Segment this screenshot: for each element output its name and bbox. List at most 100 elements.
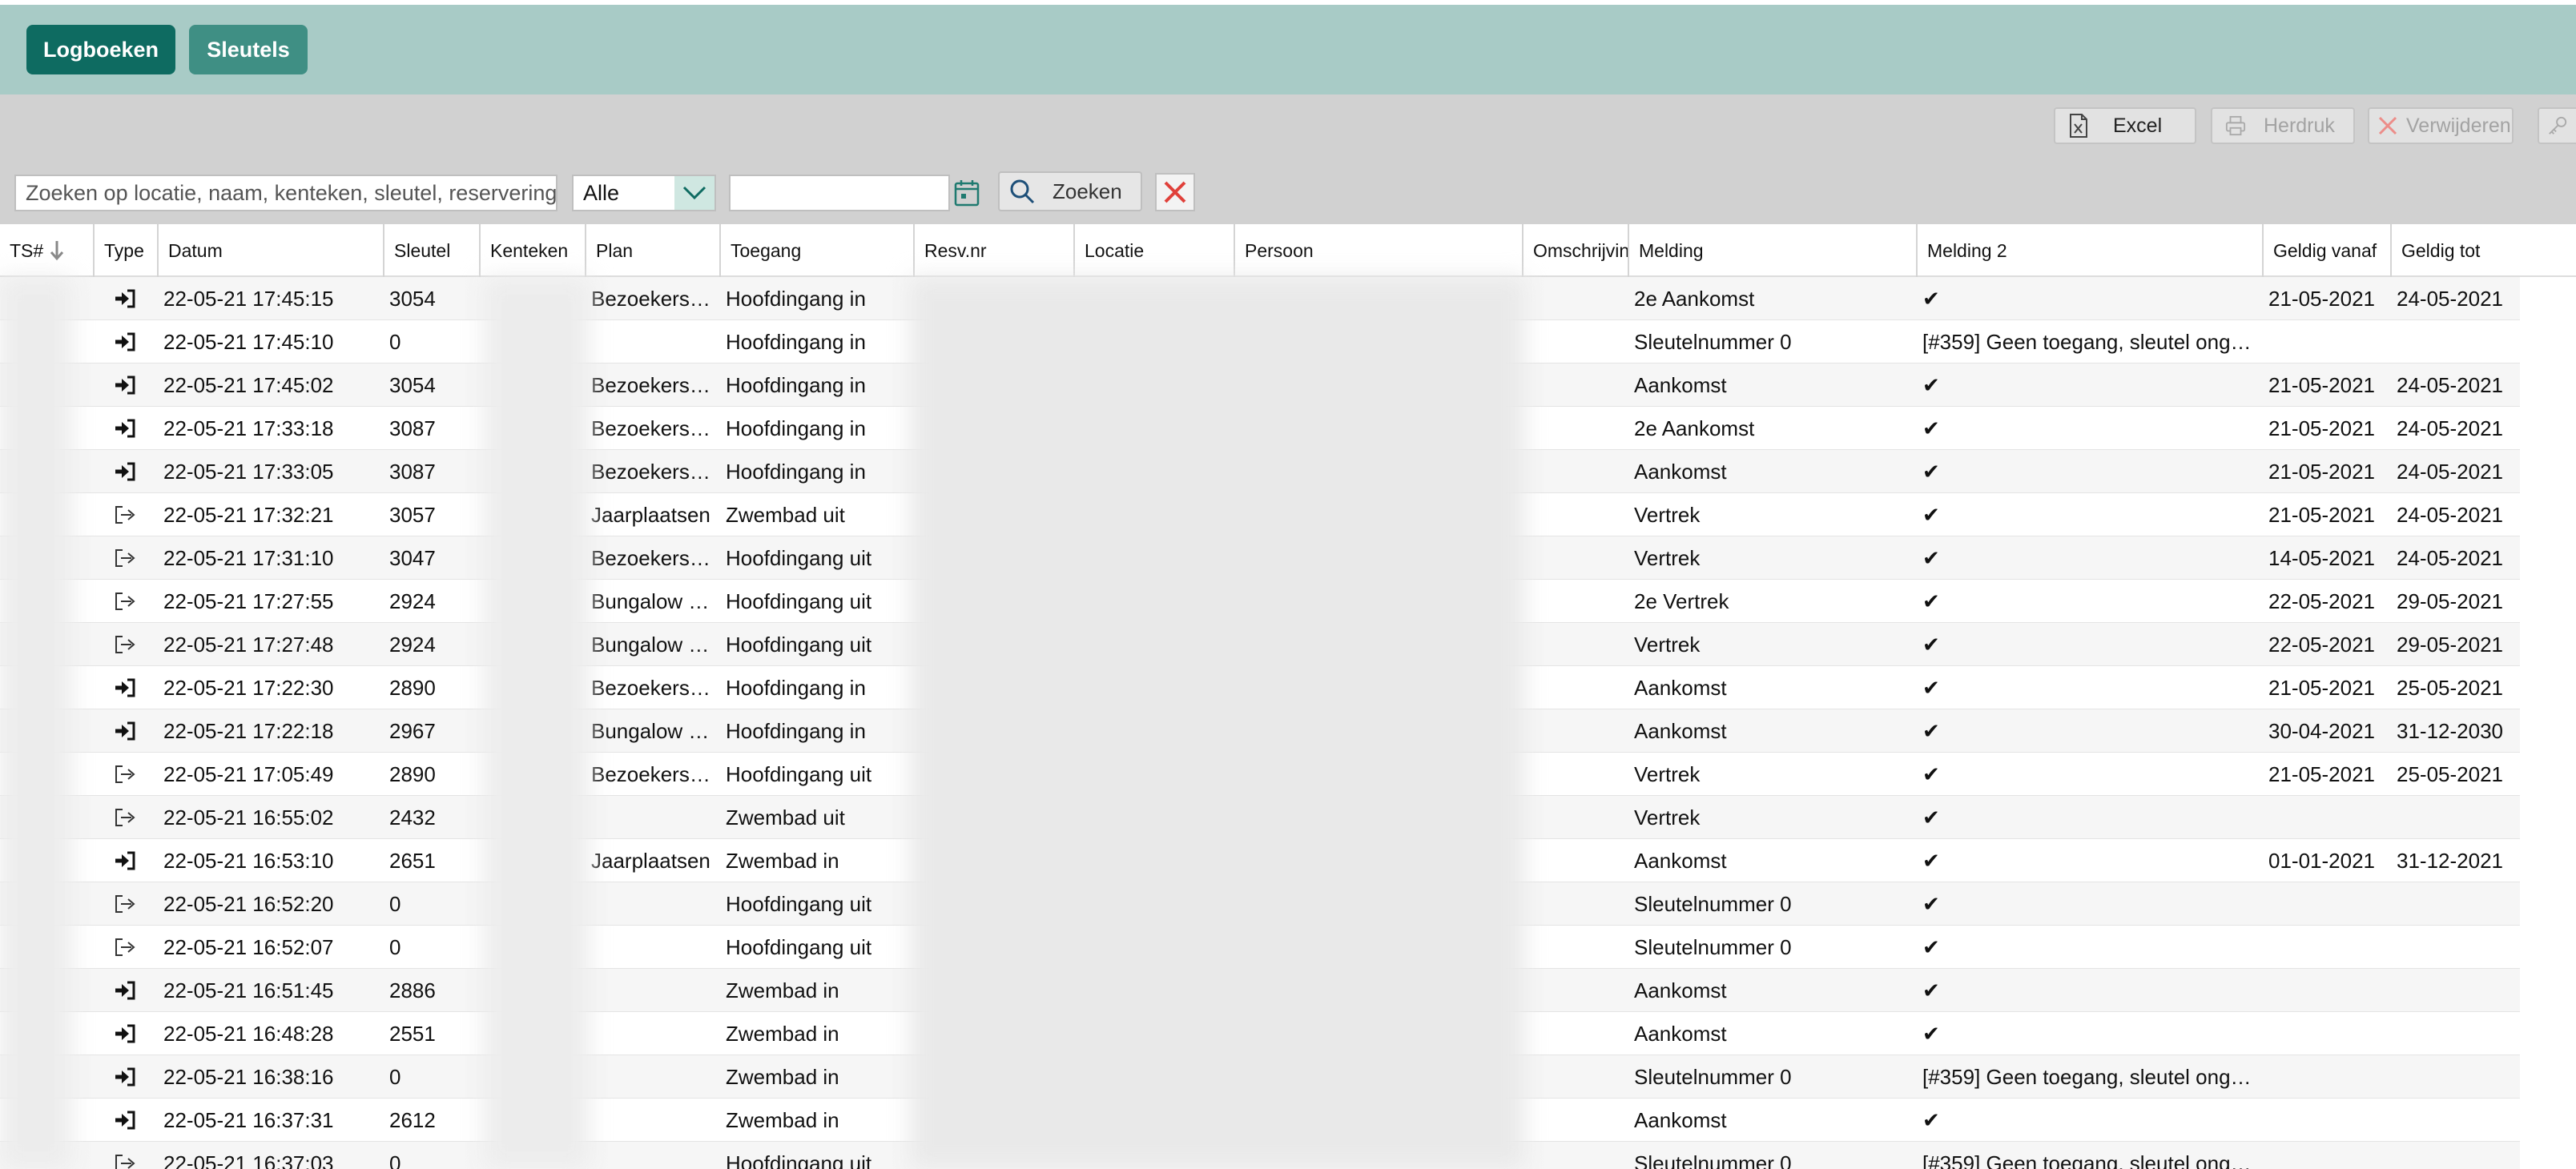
datum-cell: 22-05-21 16:52:07 [163,934,334,959]
herdruk-button[interactable]: Herdruk [2211,107,2355,144]
type-cell [93,1142,157,1169]
geldig-vanaf-cell [2262,1099,2390,1142]
melding-cell: Sleutelnummer 0 [1634,891,1792,916]
melding2-cell: ✔ [1922,1107,1940,1132]
sign-in-icon [114,332,136,352]
datum-cell: 22-05-21 16:52:20 [163,891,334,916]
geldig-vanaf-cell: 22-05-2021 [2268,589,2375,613]
melding-cell: Aankomst [1634,848,1727,873]
datum-cell: 22-05-21 16:38:16 [163,1064,334,1089]
geldig-tot-cell [2390,882,2518,926]
column-plan[interactable]: Plan [585,224,719,277]
search-input[interactable] [14,175,557,211]
sleutel-cell: 0 [389,891,401,916]
melding2-cell: ✔ [1922,372,1940,397]
column-kenteken[interactable]: Kenteken [479,224,585,277]
datum-cell: 22-05-21 17:05:49 [163,761,334,786]
clear-filter-button[interactable] [1155,173,1195,211]
melding-cell: 2e Vertrek [1634,589,1729,613]
toegang-cell: Zwembad in [726,978,839,1002]
printer-icon [2225,114,2246,138]
melding2-cell: ✔ [1922,459,1940,484]
column-omschrijving[interactable]: Omschrijving [1522,224,1628,277]
search-button[interactable]: Zoeken [998,171,1142,211]
verwijderen-button[interactable]: Verwijderen [2368,107,2514,144]
toegang-cell: Hoofdingang in [726,675,866,700]
geldig-tot-cell [2390,1142,2518,1169]
column-melding[interactable]: Melding [1628,224,1916,277]
tab-logboeken[interactable]: Logboeken [26,25,175,74]
column-resvnr[interactable]: Resv.nr [913,224,1073,277]
melding2-cell: ✔ [1922,978,1940,1002]
key-icon [2547,114,2568,138]
type-select[interactable]: Alle [572,175,716,211]
toegang-cell: Hoofdingang in [726,718,866,743]
column-geldig-tot[interactable]: Geldig tot [2390,224,2576,277]
sign-out-icon [114,938,136,957]
sleutel-cell: 0 [389,329,401,354]
geldig-vanaf-cell [2262,969,2390,1012]
melding2-cell: [#359] Geen toegang, sleutel ong… [1922,1151,2252,1169]
plan-cell [585,1099,719,1142]
plan-cell: Bezoekers… [591,372,710,397]
column-geldig-vanaf[interactable]: Geldig vanaf [2262,224,2390,277]
melding-cell: Vertrek [1634,502,1701,527]
toegang-cell: Hoofdingang uit [726,545,872,570]
geldig-tot-cell: 24-05-2021 [2397,372,2503,397]
column-toegang[interactable]: Toegang [719,224,913,277]
sign-in-icon [114,376,136,395]
chevron-down-icon[interactable] [674,176,714,210]
toegang-cell: Hoofdingang uit [726,891,872,916]
datum-cell: 22-05-21 16:48:28 [163,1021,334,1046]
melding-cell: 2e Aankomst [1634,416,1755,440]
sleutel-cell: 3087 [389,416,436,440]
column-sleutel[interactable]: Sleutel [383,224,479,277]
column-type[interactable]: Type [93,224,157,277]
herdruk-label: Herdruk [2264,114,2335,137]
column-datum[interactable]: Datum [157,224,383,277]
date-input[interactable] [729,175,950,211]
melding2-cell: ✔ [1922,718,1940,743]
sign-out-icon [114,592,136,611]
melding2-cell: ✔ [1922,1021,1940,1046]
excel-button[interactable]: Excel [2054,107,2196,144]
sign-in-icon [114,289,136,308]
column-melding-2[interactable]: Melding 2 [1916,224,2262,277]
geldig-vanaf-cell: 21-05-2021 [2268,761,2375,786]
calendar-icon[interactable] [950,175,984,211]
geldig-vanaf-cell: 21-05-2021 [2268,459,2375,484]
datum-cell: 22-05-21 17:45:10 [163,329,334,354]
sleutel-cell: 3057 [389,502,436,527]
melding2-cell: ✔ [1922,502,1940,527]
toegang-cell: Zwembad in [726,1107,839,1132]
plan-cell [585,796,719,839]
datum-cell: 22-05-21 16:53:10 [163,848,334,873]
column-persoon[interactable]: Persoon [1234,224,1522,277]
melding2-cell: ✔ [1922,848,1940,873]
geldig-vanaf-cell: 21-05-2021 [2268,675,2375,700]
plan-cell [585,1055,719,1099]
melding2-cell: [#359] Geen toegang, sleutel ong… [1922,1064,2252,1089]
column-locatie[interactable]: Locatie [1073,224,1234,277]
sign-out-icon [114,1154,136,1169]
geldig-vanaf-cell: 14-05-2021 [2268,545,2375,570]
geldig-vanaf-cell [2262,1055,2390,1099]
type-cell [93,580,157,623]
sleutel-cell: 2890 [389,675,436,700]
geldig-tot-cell [2390,969,2518,1012]
tab-sleutels[interactable]: Sleutels [189,25,308,74]
datum-cell: 22-05-21 17:22:18 [163,718,334,743]
melding-cell: Aankomst [1634,1107,1727,1132]
geldig-vanaf-cell [2262,1142,2390,1169]
key-button[interactable] [2538,107,2576,144]
melding-cell: Aankomst [1634,459,1727,484]
close-icon [1164,181,1186,203]
toegang-cell: Zwembad in [726,1021,839,1046]
column-ts[interactable]: TS# [0,224,93,277]
plan-cell [585,320,719,364]
plan-cell: Jaarplaatsen [591,848,710,873]
sign-out-icon [114,894,136,914]
datum-cell: 22-05-21 17:27:55 [163,589,334,613]
type-cell [93,1099,157,1142]
datum-cell: 22-05-21 17:33:05 [163,459,334,484]
